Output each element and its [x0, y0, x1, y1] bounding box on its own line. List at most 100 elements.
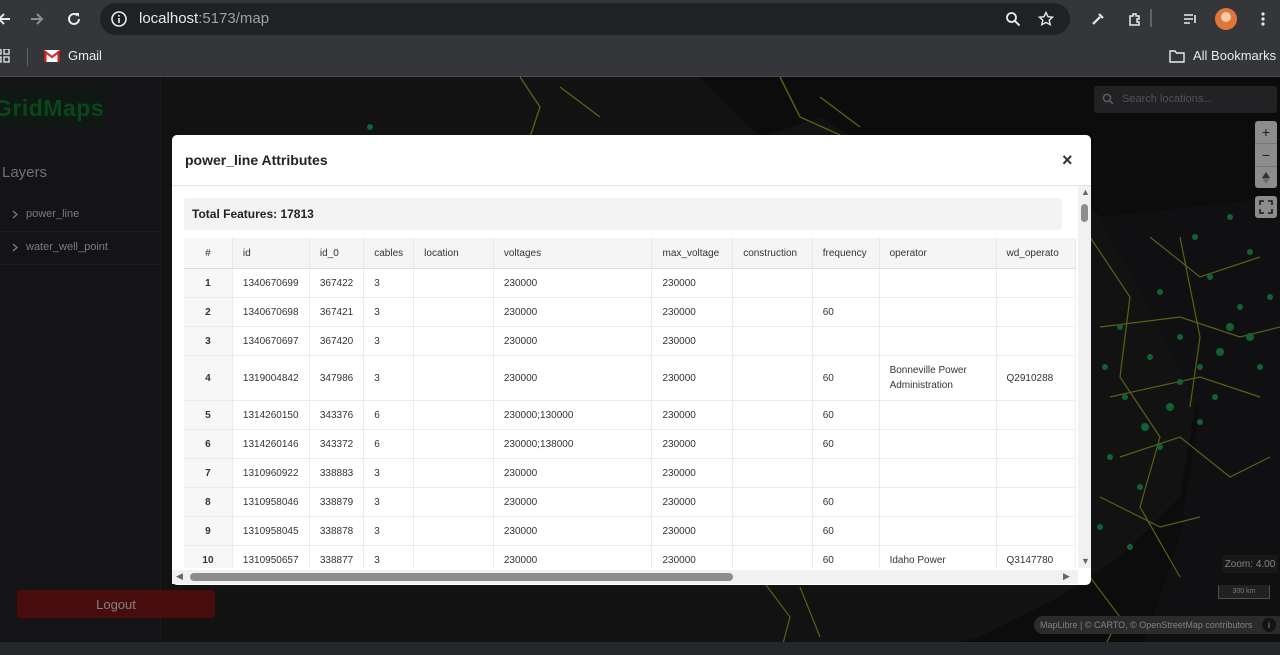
url-text[interactable]: localhost:5173/map — [139, 10, 269, 27]
table-cell: 2 — [184, 297, 233, 327]
table-cell: 3 — [363, 326, 415, 356]
table-row[interactable]: 8 1310958046 338879 3 230000 230000 60 — [184, 487, 1076, 517]
vertical-scrollbar[interactable]: ▲ ▼ — [1078, 186, 1091, 568]
browser-toolbar: localhost:5173/map — [0, 0, 1280, 38]
column-header[interactable]: construction — [732, 238, 813, 269]
table-cell — [879, 487, 997, 517]
os-taskbar — [0, 642, 1280, 655]
table-cell — [413, 545, 494, 568]
table-cell: 6 — [363, 429, 415, 459]
table-cell: 230000 — [493, 355, 653, 401]
back-icon[interactable] — [0, 9, 14, 29]
zoom-lens-icon[interactable] — [1003, 9, 1023, 29]
table-cell: 1314260150 — [232, 400, 310, 430]
table-row[interactable]: 4 1319004842 347986 3 230000 230000 60 B… — [184, 355, 1076, 401]
table-cell: 60 — [812, 429, 880, 459]
column-header[interactable]: frequency — [812, 238, 880, 269]
browser-menu-icon[interactable] — [1253, 9, 1273, 29]
table-cell: 230000 — [651, 545, 734, 568]
table-cell — [996, 297, 1076, 327]
table-cell: 230000;130000 — [493, 400, 653, 430]
table-row[interactable]: 7 1310960922 338883 3 230000 230000 — [184, 458, 1076, 488]
table-cell: 60 — [812, 516, 880, 546]
bookmark-gmail-label: Gmail — [68, 48, 102, 63]
extensions-icon[interactable] — [1125, 9, 1145, 29]
table-cell: 60 — [812, 487, 880, 517]
table-row[interactable]: 3 1340670697 367420 3 230000 230000 — [184, 326, 1076, 356]
table-cell — [413, 268, 494, 298]
table-cell — [812, 326, 880, 356]
table-cell — [996, 326, 1076, 356]
horizontal-scroll-thumb[interactable] — [190, 573, 733, 581]
forward-icon[interactable] — [27, 9, 47, 29]
column-header[interactable]: id — [232, 238, 310, 269]
table-cell — [413, 487, 494, 517]
modal-body[interactable]: Total Features: 17813 # id id_0 cables l… — [172, 186, 1076, 568]
table-cell: 367421 — [309, 297, 365, 327]
profile-avatar[interactable] — [1215, 8, 1237, 30]
table-cell — [996, 516, 1076, 546]
table-cell: 230000 — [651, 400, 734, 430]
column-header[interactable]: cables — [363, 238, 415, 269]
table-header-row: # id id_0 cables location voltages max_v… — [184, 238, 1076, 269]
table-cell: 1340670698 — [232, 297, 310, 327]
table-cell: 230000 — [651, 516, 734, 546]
apps-grid-icon[interactable] — [0, 49, 10, 63]
eyedropper-icon[interactable] — [1088, 9, 1108, 29]
bookmark-star-icon[interactable] — [1036, 9, 1056, 29]
table-cell: 230000 — [493, 545, 653, 568]
address-bar[interactable]: localhost:5173/map — [100, 3, 1070, 35]
table-cell: Idaho Power — [879, 545, 997, 568]
table-row[interactable]: 9 1310958045 338878 3 230000 230000 60 — [184, 516, 1076, 546]
toolbar-divider — [1150, 9, 1152, 27]
table-cell: 338877 — [309, 545, 365, 568]
attributes-table-wrapper[interactable]: # id id_0 cables location voltages max_v… — [184, 238, 1076, 568]
table-cell: 60 — [812, 545, 880, 568]
table-cell: 3 — [363, 297, 415, 327]
table-row[interactable]: 6 1314260146 343372 6 230000;138000 2300… — [184, 429, 1076, 459]
bookmark-divider — [27, 48, 28, 66]
scroll-down-icon[interactable]: ▼ — [1081, 556, 1090, 566]
media-controls-icon[interactable] — [1180, 9, 1200, 29]
table-cell: 7 — [184, 458, 233, 488]
column-header[interactable]: wd_operato — [996, 238, 1076, 269]
table-cell: 1340670697 — [232, 326, 310, 356]
table-row[interactable]: 10 1310950657 338877 3 230000 230000 60 … — [184, 545, 1076, 568]
all-bookmarks[interactable]: All Bookmarks — [1169, 48, 1276, 63]
table-cell — [413, 458, 494, 488]
table-cell — [996, 487, 1076, 517]
scroll-left-icon[interactable]: ◀ — [176, 571, 183, 582]
column-header[interactable]: # — [184, 238, 233, 269]
table-cell — [732, 400, 813, 430]
table-cell — [413, 400, 494, 430]
table-cell — [879, 400, 997, 430]
scroll-right-icon[interactable]: ▶ — [1063, 571, 1070, 582]
table-cell: 338879 — [309, 487, 365, 517]
table-cell — [732, 326, 813, 356]
column-header[interactable]: operator — [879, 238, 997, 269]
table-cell — [732, 297, 813, 327]
table-row[interactable]: 2 1340670698 367421 3 230000 230000 60 — [184, 297, 1076, 327]
vertical-scroll-thumb[interactable] — [1081, 204, 1088, 222]
table-cell: 8 — [184, 487, 233, 517]
horizontal-scrollbar[interactable]: ◀ ▶ — [172, 570, 1078, 584]
reload-icon[interactable] — [64, 9, 84, 29]
bookmark-gmail[interactable]: Gmail — [44, 48, 102, 63]
table-cell: 230000 — [651, 355, 734, 401]
table-cell: 230000 — [493, 326, 653, 356]
table-cell: 4 — [184, 355, 233, 401]
table-cell: 367420 — [309, 326, 365, 356]
column-header[interactable]: max_voltage — [651, 238, 734, 269]
column-header[interactable]: id_0 — [309, 238, 365, 269]
close-icon[interactable]: × — [1062, 150, 1073, 171]
column-header[interactable]: voltages — [493, 238, 653, 269]
table-row[interactable]: 5 1314260150 343376 6 230000;130000 2300… — [184, 400, 1076, 430]
scroll-up-icon[interactable]: ▲ — [1081, 187, 1090, 197]
table-cell: 1340670699 — [232, 268, 310, 298]
table-cell — [732, 429, 813, 459]
table-cell — [413, 326, 494, 356]
table-row[interactable]: 1 1340670699 367422 3 230000 230000 — [184, 268, 1076, 298]
site-info-icon[interactable] — [110, 10, 128, 28]
column-header[interactable]: location — [413, 238, 494, 269]
table-cell: 3 — [363, 355, 415, 401]
